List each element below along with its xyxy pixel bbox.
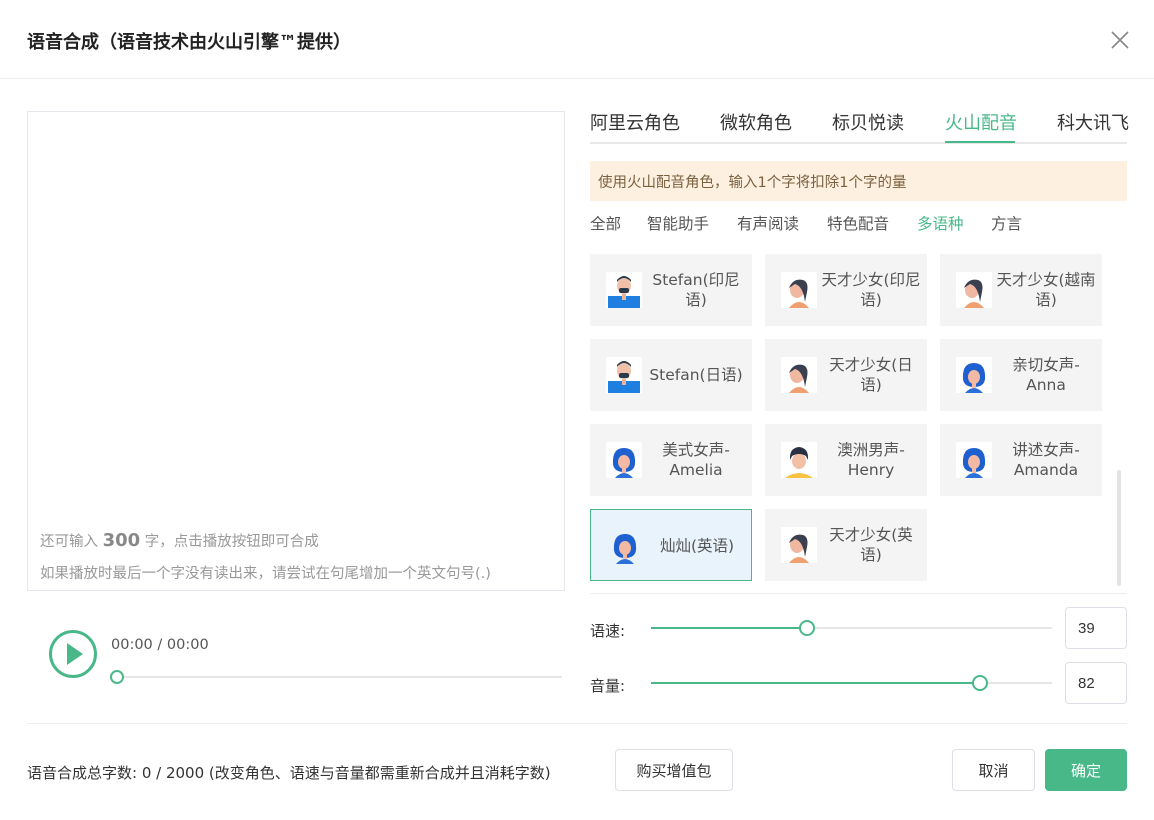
volume-label: 音量: xyxy=(590,677,626,695)
male-avatar-icon xyxy=(606,357,642,393)
volume-input[interactable] xyxy=(1065,662,1127,704)
dialog-header: 语音合成（语音技术由火山引擎™提供） xyxy=(0,0,1154,79)
voice-card[interactable]: 澳洲男声-Henry xyxy=(765,424,927,496)
category-assistant[interactable]: 智能助手 xyxy=(647,212,709,234)
speed-input[interactable] xyxy=(1065,607,1127,649)
voice-card[interactable]: 天才少女(日语) xyxy=(765,339,927,411)
period-hint: 如果播放时最后一个字没有读出来，请尝试在句尾增加一个英文句号(.) xyxy=(40,566,491,582)
active-tab-indicator xyxy=(945,141,1015,143)
tab-iflytek[interactable]: 科大讯飞 xyxy=(1057,109,1129,135)
speed-slider[interactable] xyxy=(651,620,1052,636)
remaining-count: 300 xyxy=(102,530,141,551)
text-editor[interactable]: 还可输入 300 字，点击播放按钮即可合成 如果播放时最后一个字没有读出来，请尝… xyxy=(27,111,565,591)
voice-card[interactable]: Stefan(日语) xyxy=(590,339,752,411)
category-special[interactable]: 特色配音 xyxy=(827,212,889,234)
close-icon[interactable] xyxy=(1109,29,1131,51)
category-all[interactable]: 全部 xyxy=(590,212,621,234)
voice-label: Stefan(日语) xyxy=(649,366,743,384)
voice-card[interactable]: 天才少女(印尼语) xyxy=(765,254,927,326)
volume-slider-fill xyxy=(651,682,980,684)
playback-time: 00:00 / 00:00 xyxy=(111,637,209,653)
buy-package-button[interactable]: 购买增值包 xyxy=(615,749,733,791)
remaining-prefix: 还可输入 xyxy=(40,534,103,550)
voice-label: 澳洲男声-Henry xyxy=(837,441,905,479)
voice-list: Stefan(印尼语) 天才少女(印尼语) 天才少女(越南语) Stefan(日… xyxy=(590,254,1115,584)
volume-slider-handle[interactable] xyxy=(971,675,988,691)
play-button-icon[interactable] xyxy=(49,630,97,678)
male-avatar-icon xyxy=(606,272,642,308)
girl-avatar-icon xyxy=(781,357,817,393)
provider-tabs: 阿里云角色 微软角色 标贝悦读 火山配音 科大讯飞 xyxy=(590,100,1129,144)
text-input[interactable] xyxy=(28,112,564,522)
tab-biaobei[interactable]: 标贝悦读 xyxy=(832,109,904,135)
divider xyxy=(590,593,1127,594)
voice-card[interactable]: 亲切女声-Anna xyxy=(940,339,1102,411)
playback-progress-track[interactable] xyxy=(116,676,562,678)
girl-avatar-icon xyxy=(781,527,817,563)
footer-divider xyxy=(27,723,1127,724)
total-characters-summary: 语音合成总字数: 0 / 2000 (改变角色、语速与音量都需重新合成并且消耗字… xyxy=(27,764,551,782)
volume-slider[interactable] xyxy=(651,675,1052,691)
speed-label: 语速: xyxy=(590,622,626,640)
girl-avatar-icon xyxy=(956,272,992,308)
playback-progress-handle[interactable] xyxy=(110,670,124,684)
category-dialect[interactable]: 方言 xyxy=(991,212,1022,234)
voice-label: 天才少女(日语) xyxy=(829,356,913,394)
remaining-suffix: 字，点击播放按钮即可合成 xyxy=(140,534,319,550)
boy-avatar-icon xyxy=(781,442,817,478)
voice-card[interactable]: Stefan(印尼语) xyxy=(590,254,752,326)
voice-label: 亲切女声-Anna xyxy=(1012,356,1080,394)
woman-avatar-icon xyxy=(607,528,643,564)
voice-label: 天才少女(英语) xyxy=(829,526,913,564)
category-audiobook[interactable]: 有声阅读 xyxy=(737,212,799,234)
tab-huoshan[interactable]: 火山配音 xyxy=(945,109,1017,135)
voice-label: Stefan(印尼语) xyxy=(652,271,740,309)
voice-list-scrollbar[interactable] xyxy=(1117,470,1121,586)
voice-card[interactable]: 美式女声-Amelia xyxy=(590,424,752,496)
category-multilingual[interactable]: 多语种 xyxy=(917,212,964,234)
woman-avatar-icon xyxy=(956,357,992,393)
voice-label: 天才少女(越南语) xyxy=(996,271,1096,309)
tab-aliyun[interactable]: 阿里云角色 xyxy=(590,109,680,135)
voice-card[interactable]: 讲述女声-Amanda xyxy=(940,424,1102,496)
confirm-button[interactable]: 确定 xyxy=(1045,749,1127,791)
voice-label: 天才少女(印尼语) xyxy=(821,271,921,309)
woman-avatar-icon xyxy=(956,442,992,478)
speed-slider-handle[interactable] xyxy=(799,620,816,636)
dialog-title: 语音合成（语音技术由火山引擎™提供） xyxy=(27,32,351,53)
voice-label: 灿灿(英语) xyxy=(659,537,735,555)
cancel-button[interactable]: 取消 xyxy=(952,749,1035,791)
voice-card[interactable]: 天才少女(越南语) xyxy=(940,254,1102,326)
voice-card[interactable]: 天才少女(英语) xyxy=(765,509,927,581)
speed-slider-fill xyxy=(651,627,808,629)
tab-microsoft[interactable]: 微软角色 xyxy=(720,109,792,135)
usage-notice: 使用火山配音角色，输入1个字将扣除1个字的量 xyxy=(590,161,1127,201)
girl-avatar-icon xyxy=(781,272,817,308)
voice-card-selected[interactable]: 灿灿(英语) xyxy=(590,509,752,581)
remaining-chars-hint: 还可输入 300 字，点击播放按钮即可合成 xyxy=(40,530,319,551)
voice-label: 美式女声-Amelia xyxy=(662,441,730,479)
voice-label: 讲述女声-Amanda xyxy=(1012,441,1080,479)
woman-avatar-icon xyxy=(606,442,642,478)
